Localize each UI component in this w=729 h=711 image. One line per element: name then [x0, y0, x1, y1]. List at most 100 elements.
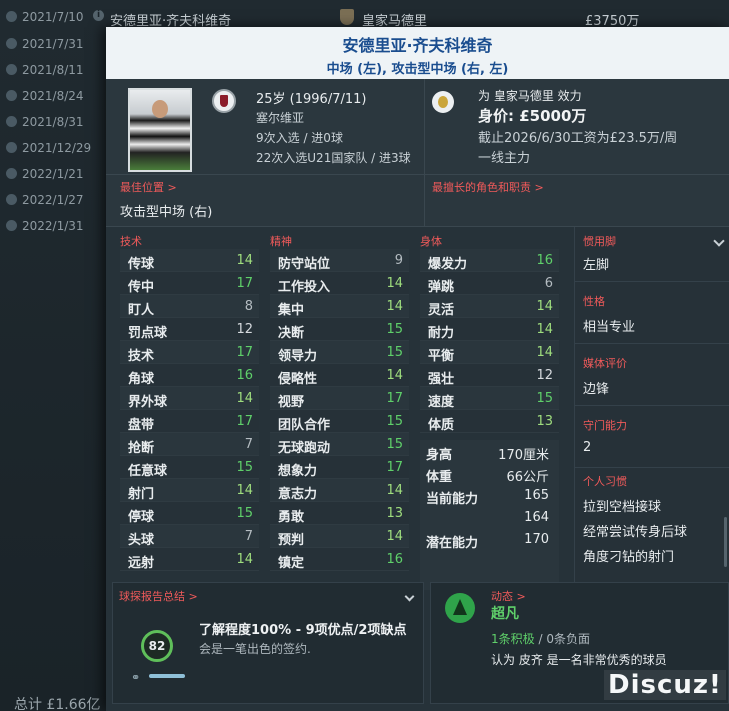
- attribute-value: 15: [386, 345, 403, 360]
- preferred-foot-value: 左脚: [583, 258, 610, 273]
- attribute-name: 技术: [128, 349, 155, 364]
- attribute-row[interactable]: 勇敢 13: [270, 502, 409, 525]
- preferred-foot-label: 惯用脚: [583, 235, 616, 248]
- current-ability-value: 165: [524, 488, 549, 503]
- current-ability-value-2: 164: [524, 510, 549, 525]
- attribute-value: 12: [536, 368, 553, 383]
- scout-report-link[interactable]: 球探报告总结 >: [119, 588, 198, 604]
- attribute-row[interactable]: 决断 15: [270, 318, 409, 341]
- attribute-row[interactable]: 传中 17: [120, 272, 259, 295]
- attribute-row[interactable]: 强壮 12: [420, 364, 559, 387]
- attribute-row[interactable]: 技术 17: [120, 341, 259, 364]
- attribute-row[interactable]: 传球 14: [120, 249, 259, 272]
- attribute-row[interactable]: 镇定 16: [270, 548, 409, 571]
- scrollbar[interactable]: [724, 517, 727, 567]
- attribute-row[interactable]: 防守站位 9: [270, 249, 409, 272]
- attribute-row[interactable]: 界外球 14: [120, 387, 259, 410]
- player-nationality[interactable]: 塞尔维亚: [256, 109, 304, 126]
- attribute-value: 14: [386, 529, 403, 544]
- attribute-row[interactable]: 无球跑动 15: [270, 433, 409, 456]
- attribute-value: 16: [236, 368, 253, 383]
- best-position-link[interactable]: 最佳位置 >: [120, 179, 177, 195]
- attribute-name: 盯人: [128, 303, 155, 318]
- interactions-summary: 1条积极 / 0条负面: [491, 630, 590, 647]
- attribute-name: 团队合作: [278, 418, 331, 433]
- player-trait: 拉到空档接球: [583, 500, 662, 515]
- attribute-value: 17: [236, 345, 253, 360]
- dynamics-link[interactable]: 动态 >: [491, 588, 526, 604]
- transfer-date: 2021/8/11: [22, 63, 84, 77]
- attribute-row[interactable]: 领导力 15: [270, 341, 409, 364]
- attribute-row[interactable]: 爆发力 16: [420, 249, 559, 272]
- potential-ability-row: 潜在能力 170: [426, 532, 559, 551]
- player-name[interactable]: 安德里亚·齐夫科维奇: [106, 27, 729, 56]
- attribute-value: 13: [536, 414, 553, 429]
- attribute-name: 爆发力: [428, 257, 468, 272]
- technical-attributes: 传球 14 传中 17 盯人 8 罚点球 12 技术 17 角球 16 界外球 14 盘带 17 抢断 7 任意球 1…: [120, 249, 259, 571]
- attribute-row[interactable]: 侵略性 14: [270, 364, 409, 387]
- attribute-row[interactable]: 视野 17: [270, 387, 409, 410]
- attribute-row[interactable]: 平衡 14: [420, 341, 559, 364]
- divider: [575, 281, 729, 282]
- club-crest-icon: [340, 9, 354, 25]
- attribute-row[interactable]: 停球 15: [120, 502, 259, 525]
- divider: [424, 79, 425, 175]
- scout-description: 会是一笔出色的签约.: [199, 642, 311, 656]
- current-ability-row: 当前能力 165: [426, 488, 559, 507]
- attribute-name: 强壮: [428, 372, 455, 387]
- chevron-down-icon[interactable]: [404, 591, 415, 602]
- player-positions: 中场 (左), 攻击型中场 (右, 左): [326, 62, 509, 77]
- attribute-row[interactable]: 盯人 8: [120, 295, 259, 318]
- attribute-name: 侵略性: [278, 372, 318, 387]
- attribute-row[interactable]: 体质 13: [420, 410, 559, 433]
- attribute-row[interactable]: 工作投入 14: [270, 272, 409, 295]
- attribute-value: 15: [236, 506, 253, 521]
- attribute-value: 17: [386, 460, 403, 475]
- attribute-row[interactable]: 灵活 14: [420, 295, 559, 318]
- player-info-row: 25岁 (1996/7/11) 塞尔维亚 9次入选 / 进0球 22次入选U21…: [106, 79, 729, 175]
- chevron-down-icon[interactable]: [713, 235, 725, 247]
- attribute-name: 灵活: [428, 303, 455, 318]
- attribute-row[interactable]: 想象力 17: [270, 456, 409, 479]
- transfer-date: 2022/1/31: [22, 219, 84, 233]
- scout-summary: 了解程度100% - 9项优点/2项缺点: [199, 623, 407, 638]
- best-role-link[interactable]: 最擅长的角色和职责 >: [432, 179, 544, 195]
- attribute-name: 传中: [128, 280, 155, 295]
- attribute-row[interactable]: 盘带 17: [120, 410, 259, 433]
- goalkeeping-value: 2: [583, 440, 592, 455]
- attribute-name: 意志力: [278, 487, 318, 502]
- attribute-row[interactable]: 任意球 15: [120, 456, 259, 479]
- attribute-value: 14: [536, 299, 553, 314]
- attribute-row[interactable]: 远射 14: [120, 548, 259, 571]
- attribute-name: 防守站位: [278, 257, 331, 272]
- player-age: 25岁 (1996/7/11): [256, 92, 367, 107]
- attribute-row[interactable]: 角球 16: [120, 364, 259, 387]
- attribute-row[interactable]: 弹跳 6: [420, 272, 559, 295]
- current-club[interactable]: 为 皇家马德里 效力: [478, 87, 582, 104]
- attribute-row[interactable]: 速度 15: [420, 387, 559, 410]
- attribute-row[interactable]: 头球 7: [120, 525, 259, 548]
- attribute-row[interactable]: 团队合作 15: [270, 410, 409, 433]
- attribute-value: 17: [236, 276, 253, 291]
- physical-attributes: 爆发力 16 弹跳 6 灵活 14 耐力 14 平衡 14 强壮 12 速度 15 体质 13: [420, 249, 559, 433]
- negative-interactions[interactable]: 0条负面: [546, 632, 590, 646]
- watermark: Discuz!: [604, 670, 726, 700]
- scout-report-panel: 球探报告总结 > 82 ⚭ 了解程度100% - 9项优点/2项缺点 会是一笔出…: [112, 582, 424, 704]
- status-icon: [6, 142, 17, 153]
- attribute-name: 镇定: [278, 556, 305, 571]
- positive-interactions[interactable]: 1条积极: [491, 632, 535, 646]
- attribute-row[interactable]: 意志力 14: [270, 479, 409, 502]
- attribute-row[interactable]: 射门 14: [120, 479, 259, 502]
- media-description-value: 边锋: [583, 382, 610, 397]
- attribute-row[interactable]: 集中 14: [270, 295, 409, 318]
- status-icon: [6, 64, 17, 75]
- attribute-row[interactable]: 耐力 14: [420, 318, 559, 341]
- potential-ability-label: 潜在能力: [426, 536, 479, 551]
- info-icon[interactable]: i: [93, 10, 104, 21]
- attribute-row[interactable]: 罚点球 12: [120, 318, 259, 341]
- media-description-label: 媒体评价: [583, 357, 627, 370]
- attribute-row[interactable]: 预判 14: [270, 525, 409, 548]
- attribute-row[interactable]: 抢断 7: [120, 433, 259, 456]
- weight-label: 体重: [426, 470, 453, 485]
- transfer-date: 2021/7/10: [22, 10, 84, 24]
